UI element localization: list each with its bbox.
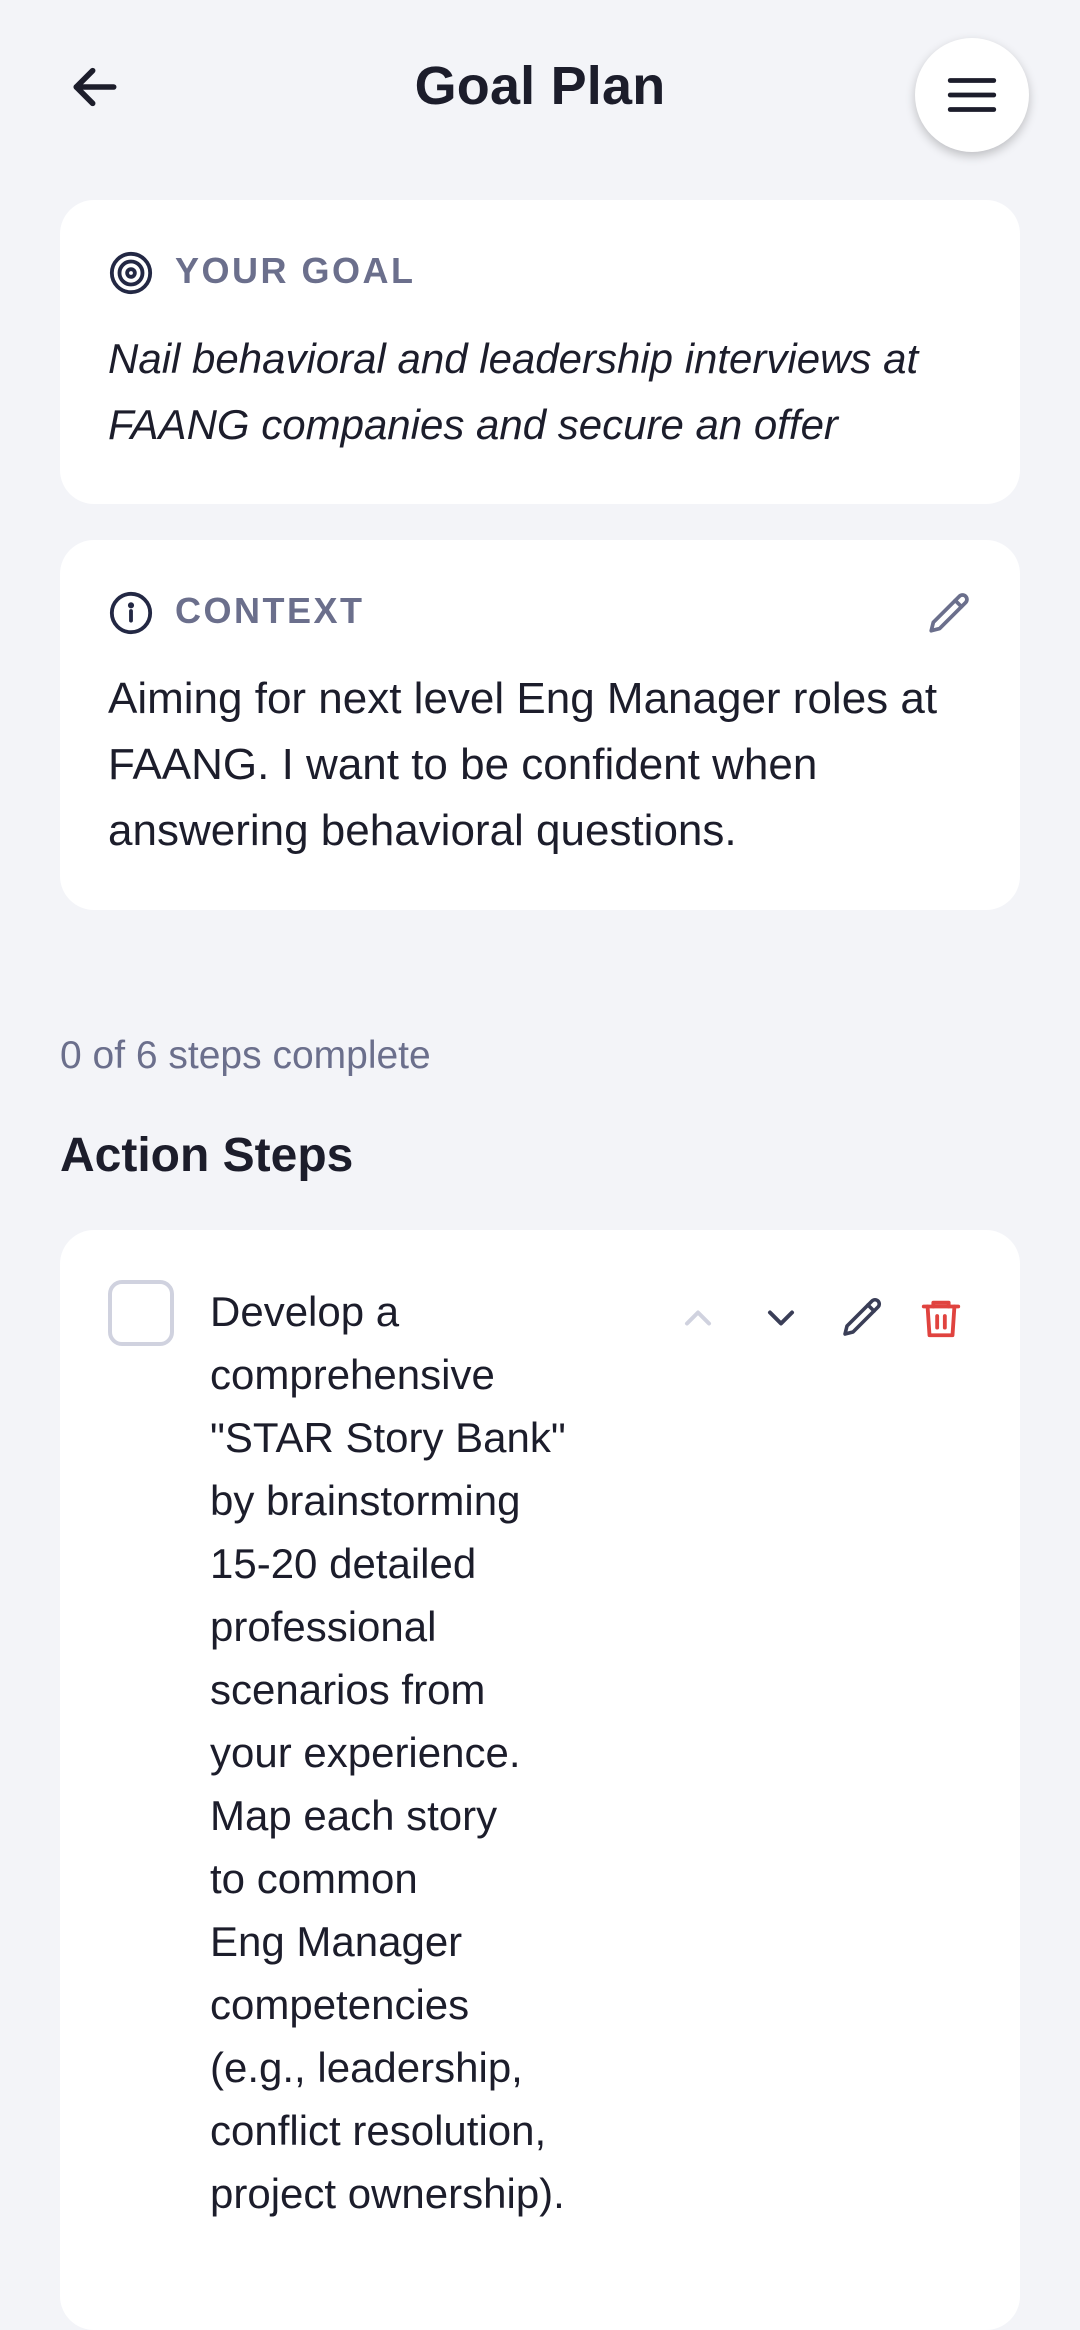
hamburger-menu-icon bbox=[947, 78, 997, 112]
info-icon bbox=[109, 591, 153, 635]
action-steps-title: Action Steps bbox=[60, 1129, 354, 1182]
trash-icon bbox=[921, 1300, 961, 1338]
chevron-down-icon bbox=[767, 1310, 795, 1326]
step-text: Develop a comprehensive "STAR Story Bank… bbox=[210, 1288, 566, 2217]
context-card: CONTEXT Aiming for next level Eng Manage… bbox=[60, 540, 1020, 910]
delete-step-button[interactable] bbox=[913, 1290, 969, 1346]
menu-button[interactable] bbox=[915, 38, 1029, 152]
step-card: Develop a comprehensive "STAR Story Bank… bbox=[60, 1230, 1020, 2330]
progress-text: 0 of 6 steps complete bbox=[60, 1034, 431, 1077]
edit-step-button[interactable] bbox=[835, 1290, 891, 1346]
context-label: CONTEXT bbox=[175, 590, 365, 631]
move-down-button[interactable] bbox=[753, 1290, 809, 1346]
goal-label: YOUR GOAL bbox=[175, 250, 416, 291]
move-up-button[interactable] bbox=[670, 1290, 726, 1346]
step-checkbox[interactable] bbox=[108, 1280, 174, 1346]
pencil-icon bbox=[929, 593, 969, 633]
goal-card: YOUR GOAL Nail behavioral and leadership… bbox=[60, 200, 1020, 504]
context-text: Aiming for next level Eng Manager roles … bbox=[108, 674, 938, 855]
pencil-icon bbox=[843, 1297, 882, 1336]
target-icon bbox=[109, 251, 153, 295]
app-header: Goal Plan bbox=[0, 0, 1080, 190]
goal-text: Nail behavioral and leadership interview… bbox=[108, 335, 919, 448]
edit-context-button[interactable] bbox=[920, 584, 980, 644]
chevron-up-icon bbox=[684, 1310, 712, 1326]
